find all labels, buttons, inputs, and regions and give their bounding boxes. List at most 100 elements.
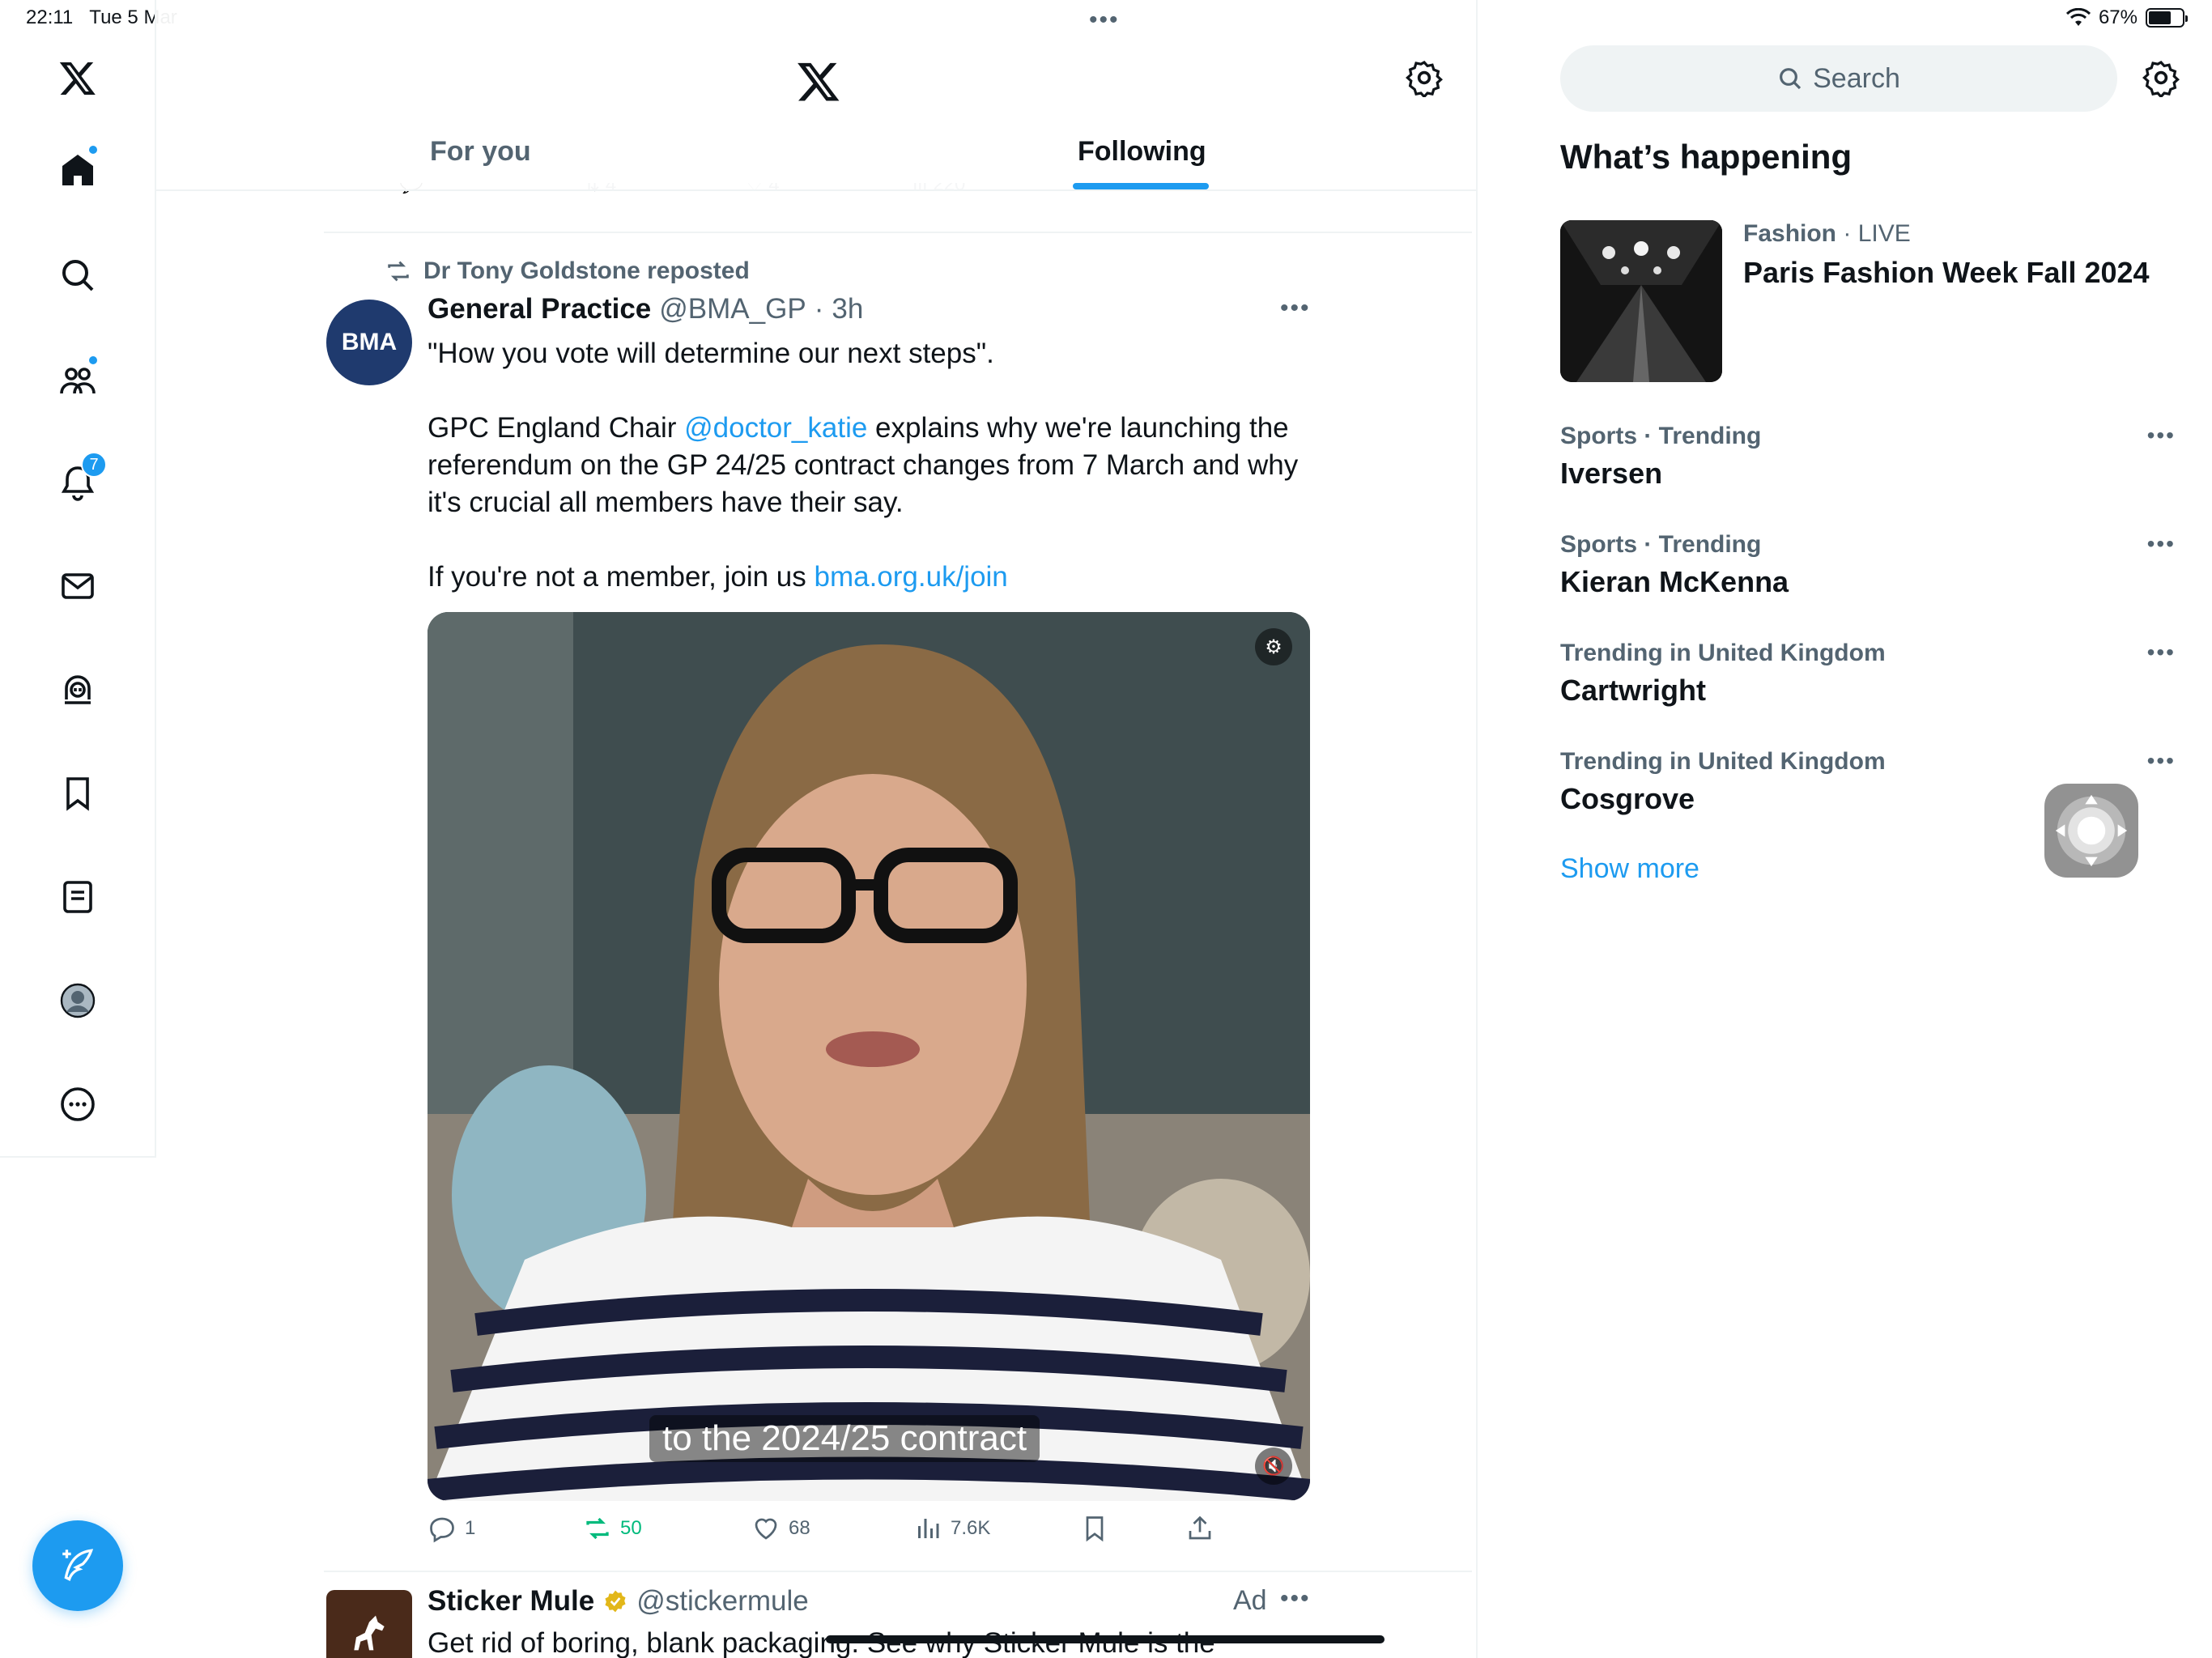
trend-item[interactable]: Trending in United Kingdom Cartwright ••…	[1560, 640, 2176, 729]
trend-name: Cartwright	[1560, 674, 1706, 707]
tweet-header: General Practice @BMA_GP · 3h	[428, 293, 863, 325]
communities-icon[interactable]	[45, 348, 110, 413]
trend-name: Iversen	[1560, 457, 1663, 490]
reply-count: 1	[465, 1517, 476, 1539]
separator: ·	[814, 293, 824, 325]
notifications-count: 7	[81, 452, 107, 478]
author-handle[interactable]: @BMA_GP	[659, 293, 806, 325]
views-button[interactable]: 7.6K	[913, 1514, 990, 1543]
url-link[interactable]: bma.org.uk/join	[814, 561, 1007, 593]
tweet-divider	[324, 232, 1472, 233]
author-name[interactable]: General Practice	[428, 293, 651, 325]
verified-badge-icon	[605, 1590, 626, 1613]
trend-item[interactable]: Sports · Trending Kieran McKenna •••	[1560, 531, 2176, 620]
x-logo-icon[interactable]	[45, 45, 110, 110]
tweet-actions: 1 50 68 7.6K	[428, 1514, 1318, 1551]
compose-button[interactable]	[32, 1520, 123, 1611]
home-badge	[87, 144, 99, 155]
trend-more-icon[interactable]: •••	[2147, 531, 2176, 557]
grok-icon[interactable]	[45, 657, 110, 722]
views-icon	[918, 1519, 939, 1538]
search-icon	[1780, 68, 1802, 90]
tab-for-you[interactable]: For you	[430, 136, 531, 168]
trend-more-icon[interactable]: •••	[2147, 748, 2176, 774]
assistive-touch-button[interactable]	[2044, 784, 2138, 878]
trend-more-icon[interactable]: •••	[2147, 640, 2176, 665]
horse-icon	[354, 1615, 385, 1651]
tweet-divider	[324, 1571, 1472, 1572]
assistive-touch-icon	[2055, 794, 2128, 867]
settings-gear-icon[interactable]	[2142, 58, 2180, 97]
reposted-by[interactable]: Dr Tony Goldstone reposted	[423, 257, 750, 285]
tweet-text-paragraph2: GPC England Chair @doctor_katie explains…	[428, 410, 1318, 521]
reply-icon	[430, 1517, 454, 1543]
more-icon[interactable]	[45, 1072, 110, 1137]
heart-icon	[755, 1518, 777, 1540]
messages-icon[interactable]	[45, 554, 110, 619]
lists-icon[interactable]	[45, 865, 110, 929]
bookmark-icon	[1086, 1516, 1104, 1542]
trend-meta: Sports · Trending	[1560, 531, 1762, 558]
retweet-icon	[388, 261, 409, 282]
author-handle[interactable]: @stickermule	[636, 1585, 809, 1618]
featured-trend[interactable]: Fashion · LIVE Paris Fashion Week Fall 2…	[1560, 220, 2176, 382]
like-count: 68	[789, 1517, 810, 1539]
timeline-header: ••• For you Following	[156, 0, 1476, 191]
settings-gear-icon[interactable]	[1405, 58, 1444, 97]
featured-trend-meta: Fashion · LIVE	[1743, 220, 1911, 248]
avatar[interactable]: BMA	[326, 300, 412, 385]
tweet-more-icon[interactable]: •••	[1280, 295, 1311, 322]
tab-active-indicator	[1073, 183, 1209, 189]
view-count: 7.6K	[951, 1517, 991, 1539]
trend-meta: Sports · Trending	[1560, 423, 1762, 449]
search-input[interactable]: Search	[1560, 45, 2117, 112]
live-label: LIVE	[1857, 220, 1911, 247]
multitasking-dots[interactable]: •••	[1089, 6, 1120, 34]
text-span: If you're not a member, join us	[428, 561, 815, 593]
trend-more-icon[interactable]: •••	[2147, 423, 2176, 449]
home-icon[interactable]	[45, 138, 110, 202]
bookmark-button[interactable]	[1080, 1514, 1109, 1543]
avatar[interactable]	[326, 1590, 412, 1658]
trend-name: Kieran McKenna	[1560, 565, 1789, 598]
home-indicator[interactable]	[826, 1635, 1385, 1643]
share-icon	[1189, 1516, 1211, 1540]
mention-link[interactable]: @doctor_katie	[684, 412, 867, 444]
like-button[interactable]: 68	[751, 1514, 810, 1543]
search-icon[interactable]	[45, 243, 110, 308]
video-caption: to the 2024/25 contract	[649, 1415, 1040, 1462]
runway-image	[1560, 220, 1722, 382]
avatar-text: BMA	[341, 329, 398, 355]
tab-following[interactable]: Following	[1078, 136, 1206, 168]
search-placeholder: Search	[1813, 62, 1900, 94]
tweet-time[interactable]: 3h	[832, 293, 863, 325]
tweet-text-paragraph3: If you're not a member, join us bma.org.…	[428, 559, 1318, 596]
featured-trend-title: Paris Fashion Week Fall 2024	[1743, 256, 2150, 289]
share-button[interactable]	[1185, 1514, 1214, 1543]
retweet-count: 50	[620, 1517, 642, 1539]
communities-badge	[87, 355, 99, 366]
video-frame	[428, 612, 1310, 1501]
notifications-icon[interactable]: 7	[45, 450, 110, 515]
trend-item[interactable]: Sports · Trending Iversen •••	[1560, 423, 2176, 512]
tweet-text-line1: "How you vote will determine our next st…	[428, 338, 994, 369]
text-span: GPC England Chair	[428, 412, 685, 444]
show-more-link[interactable]: Show more	[1560, 853, 1699, 885]
video-settings-icon[interactable]: ⚙	[1255, 628, 1292, 665]
retweet-icon	[586, 1517, 609, 1540]
trend-meta: Trending in United Kingdom	[1560, 640, 1886, 666]
bookmarks-icon[interactable]	[45, 761, 110, 826]
tweet-video[interactable]: ⚙ to the 2024/25 contract 🔇	[428, 612, 1310, 1501]
ad-more-icon[interactable]: •••	[1280, 1585, 1311, 1613]
retweet-button[interactable]: 50	[583, 1514, 642, 1543]
main-timeline: ••• For you Following 💬 ⇅ 4 ♡ 4 ılı 220 …	[156, 0, 1478, 1658]
profile-icon[interactable]	[45, 968, 110, 1033]
compose-icon	[62, 1549, 94, 1582]
trend-meta: Trending in United Kingdom	[1560, 748, 1886, 775]
author-name[interactable]: Sticker Mule	[428, 1585, 594, 1618]
x-logo-icon[interactable]	[796, 58, 841, 104]
mute-icon[interactable]: 🔇	[1255, 1448, 1292, 1485]
section-title: What’s happening	[1560, 138, 1853, 176]
reply-button[interactable]: 1	[428, 1514, 475, 1543]
tweet-text: "How you vote will determine our next st…	[428, 335, 1318, 633]
